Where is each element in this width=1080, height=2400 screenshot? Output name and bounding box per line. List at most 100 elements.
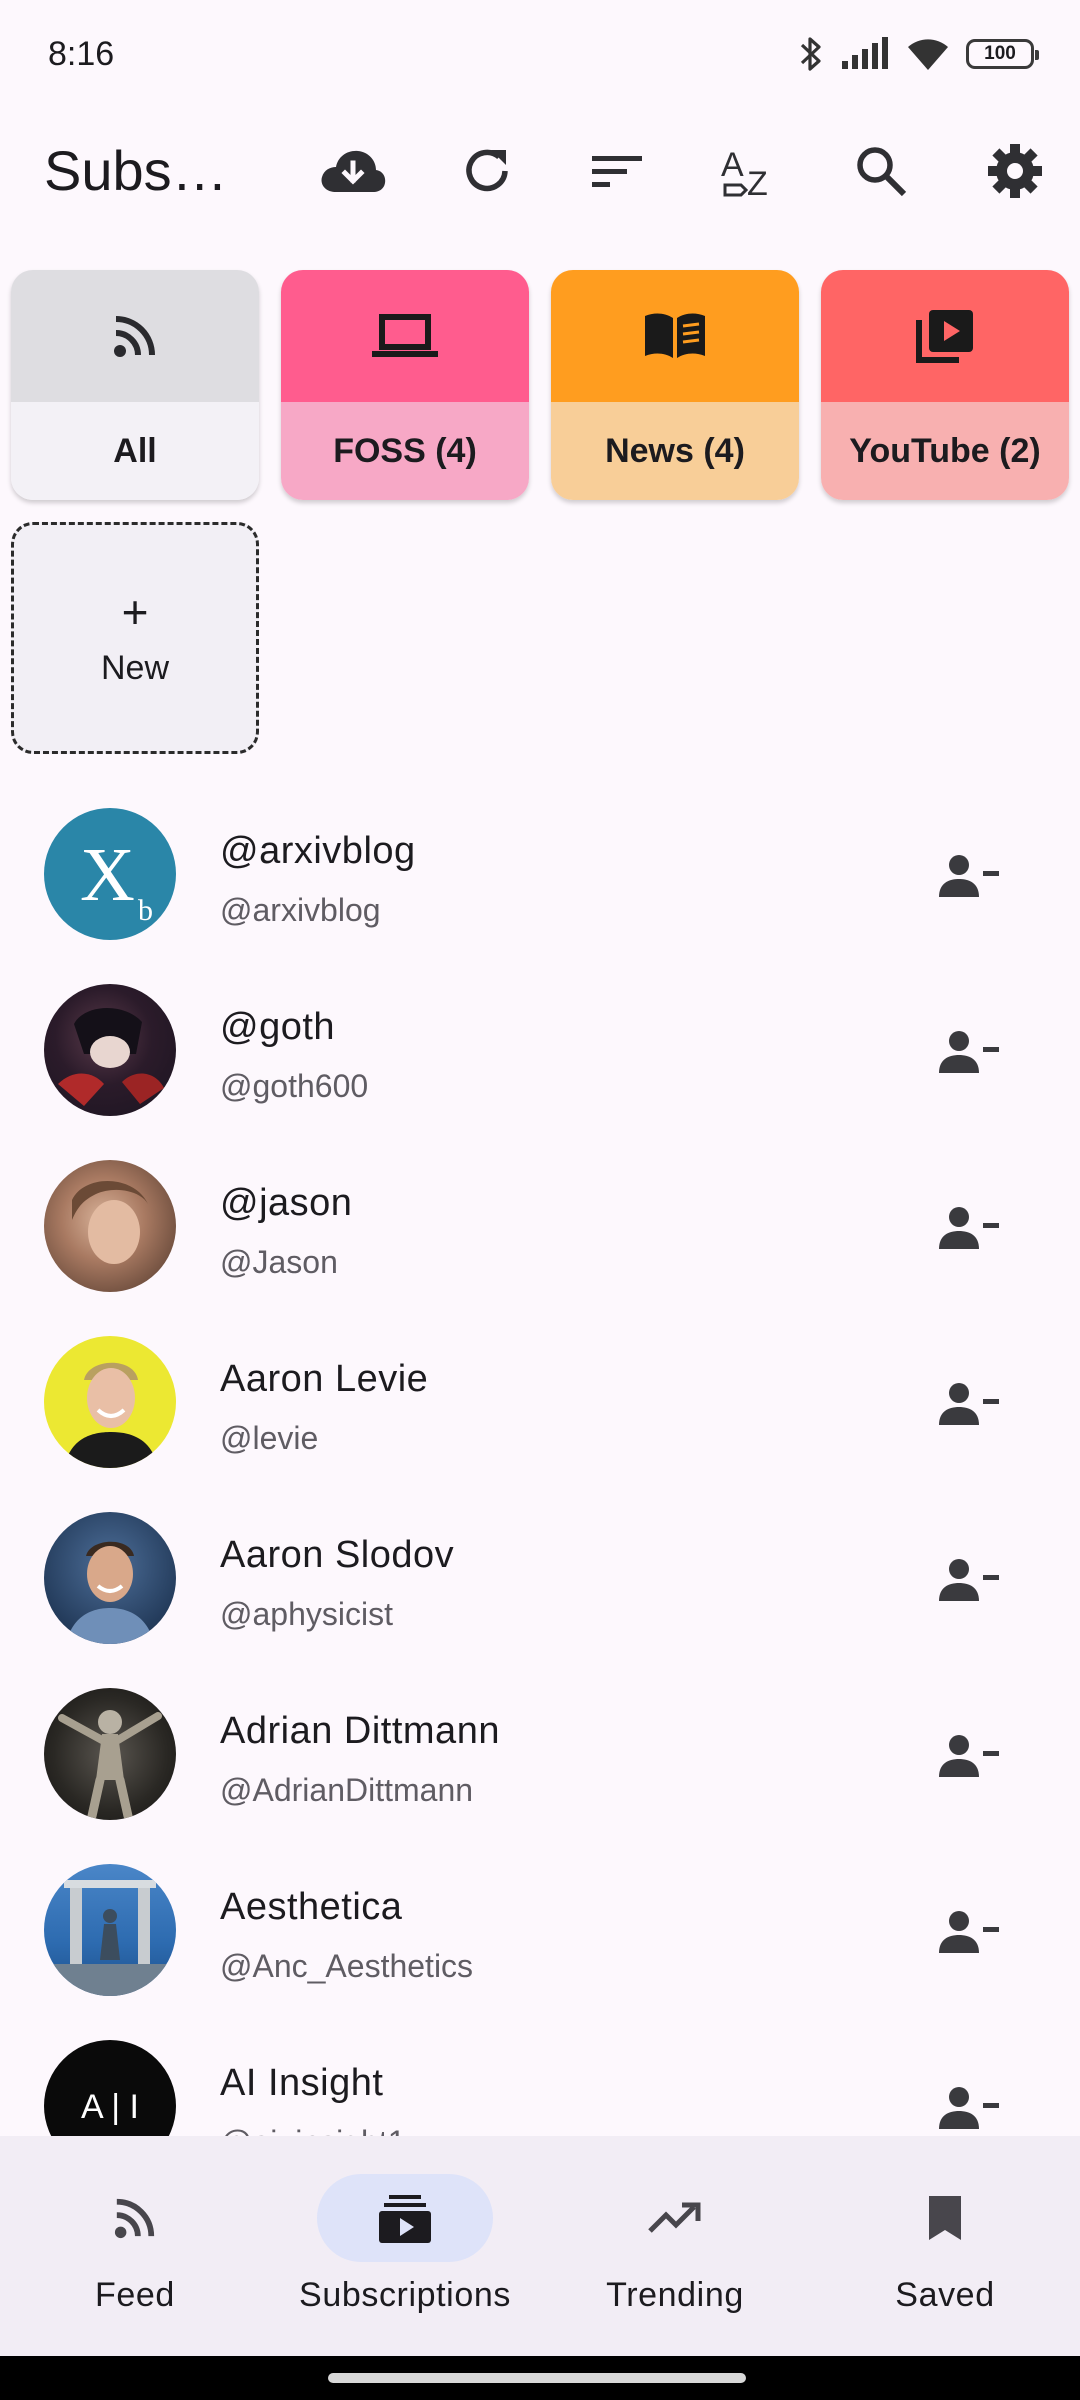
nav-trending-label: Trending <box>606 2276 744 2314</box>
group-youtube[interactable]: YouTube (2) <box>821 270 1069 500</box>
subscriptions-icon <box>379 2195 431 2243</box>
unsubscribe-button[interactable] <box>934 1016 1006 1088</box>
list-item[interactable]: Adrian Dittmann @AdrianDittmann <box>0 1680 1080 1856</box>
sort-alphabetical-button[interactable]: A Z <box>714 136 784 206</box>
group-all[interactable]: All <box>11 270 259 500</box>
sort-alpha-icon: A Z <box>721 146 768 199</box>
gesture-navigation-bar <box>0 2356 1080 2400</box>
nav-saved-label: Saved <box>895 2276 995 2314</box>
list-item[interactable]: @jason @Jason <box>0 1152 1080 1328</box>
plus-icon: + <box>121 585 149 638</box>
list-item[interactable]: Aaron Levie @levie <box>0 1328 1080 1504</box>
person-remove-icon <box>939 855 999 897</box>
list-item[interactable]: A | I AI Insight @ai_insight1 <box>0 2032 1080 2136</box>
wifi-icon <box>906 36 950 72</box>
nav-feed[interactable]: Feed <box>0 2174 270 2324</box>
person-remove-icon <box>939 1911 999 1953</box>
list-item[interactable]: X b @arxivblog @arxivblog <box>0 800 1080 976</box>
avatar: A | I <box>44 2040 176 2136</box>
nav-trending[interactable]: Trending <box>540 2174 810 2324</box>
laptop-icon <box>372 314 438 357</box>
subscription-name: @arxivblog <box>220 830 416 872</box>
person-remove-icon <box>939 2087 999 2129</box>
group-youtube-label: YouTube (2) <box>821 402 1069 500</box>
settings-icon <box>988 144 1042 198</box>
group-news-header <box>551 270 799 402</box>
avatar <box>44 1864 176 1996</box>
nav-saved[interactable]: Saved <box>810 2174 1080 2324</box>
group-foss-header <box>281 270 529 402</box>
rss-icon <box>114 316 155 357</box>
person-remove-icon <box>939 1031 999 1073</box>
nav-saved-icon-wrap <box>857 2174 1033 2262</box>
subscription-handle: @aphysicist <box>220 1596 393 1632</box>
subscription-name: Aesthetica <box>220 1886 403 1928</box>
subscription-name: Adrian Dittmann <box>220 1710 500 1752</box>
search-button[interactable] <box>846 136 916 206</box>
subscription-handle: @AdrianDittmann <box>220 1772 474 1808</box>
cloud-download-button[interactable] <box>318 136 388 206</box>
sort-button[interactable] <box>582 136 652 206</box>
bottom-navigation: Feed Subscriptions Trending Saved <box>0 2136 1080 2356</box>
person-remove-icon <box>939 1383 999 1425</box>
list-item[interactable]: Aaron Slodov @aphysicist <box>0 1504 1080 1680</box>
refresh-button[interactable] <box>452 136 522 206</box>
avatar <box>44 1512 176 1644</box>
subscription-handle: @levie <box>220 1420 319 1456</box>
subscription-handle: @Jason <box>220 1244 338 1280</box>
unsubscribe-button[interactable] <box>934 2072 1006 2136</box>
subscription-handle: @ai_insight1 <box>220 2124 405 2136</box>
avatar <box>44 1160 176 1292</box>
signal-icon <box>840 37 890 71</box>
person-remove-icon <box>939 1559 999 1601</box>
subscription-handle: @goth600 <box>220 1068 369 1104</box>
avatar-subscript: b <box>138 894 153 927</box>
home-gesture-handle[interactable] <box>328 2373 746 2383</box>
subscription-name: AI Insight <box>220 2062 384 2104</box>
avatar <box>44 1688 176 1820</box>
subscription-name: @jason <box>220 1182 353 1224</box>
unsubscribe-button[interactable] <box>934 1192 1006 1264</box>
group-all-label: All <box>11 402 259 500</box>
settings-button[interactable] <box>980 136 1050 206</box>
unsubscribe-button[interactable] <box>934 1896 1006 1968</box>
group-news-label: News (4) <box>551 402 799 500</box>
nav-feed-label: Feed <box>95 2276 175 2314</box>
group-youtube-header <box>821 270 1069 402</box>
unsubscribe-button[interactable] <box>934 840 1006 912</box>
unsubscribe-button[interactable] <box>934 1720 1006 1792</box>
nav-feed-icon-wrap <box>47 2174 223 2262</box>
group-foss[interactable]: FOSS (4) <box>281 270 529 500</box>
svg-text:A: A <box>721 146 744 184</box>
bluetooth-icon <box>798 34 824 74</box>
unsubscribe-button[interactable] <box>934 1544 1006 1616</box>
video-library-icon <box>916 310 973 363</box>
group-news[interactable]: News (4) <box>551 270 799 500</box>
group-all-header <box>11 270 259 402</box>
nav-subscriptions[interactable]: Subscriptions <box>270 2174 540 2324</box>
person-remove-icon <box>939 1207 999 1249</box>
svg-text:Z: Z <box>747 165 768 199</box>
status-time: 8:16 <box>48 34 115 73</box>
list-item[interactable]: @goth @goth600 <box>0 976 1080 1152</box>
nav-subscriptions-icon-wrap <box>317 2174 493 2262</box>
bookmark-icon <box>929 2196 961 2240</box>
avatar <box>44 984 176 1116</box>
subscription-handle: @Anc_Aesthetics <box>220 1948 474 1984</box>
avatar: X b <box>44 808 176 940</box>
app-bar: Subs… A Z <box>0 108 1080 232</box>
subscription-list: X b @arxivblog @arxivblog @goth @goth600 <box>0 800 1080 2136</box>
trending-up-icon <box>648 2202 701 2233</box>
list-item[interactable]: Aesthetica @Anc_Aesthetics <box>0 1856 1080 2032</box>
avatar-letter: A | I <box>81 2088 139 2126</box>
status-icons: 100 <box>798 34 1039 74</box>
avatar <box>44 1336 176 1468</box>
new-group-button[interactable]: + New <box>11 522 259 754</box>
subscription-handle: @arxivblog <box>220 892 381 928</box>
subscription-name: Aaron Slodov <box>220 1534 455 1576</box>
group-foss-label: FOSS (4) <box>281 402 529 500</box>
refresh-icon <box>466 149 508 192</box>
unsubscribe-button[interactable] <box>934 1368 1006 1440</box>
status-bar: 8:16 100 <box>0 0 1080 108</box>
rss-icon <box>114 2198 155 2239</box>
